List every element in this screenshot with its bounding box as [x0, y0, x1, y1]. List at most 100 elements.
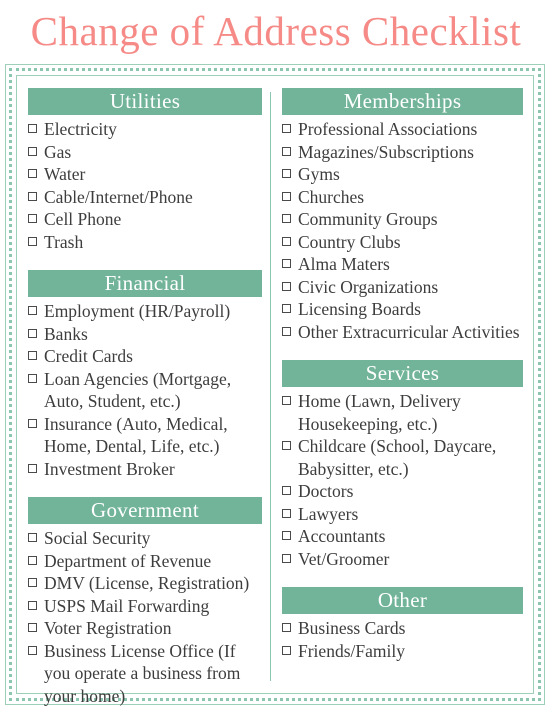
checkbox-icon[interactable] [28, 191, 37, 201]
checklist-columns: Utilities Electricity Gas Water Cable/Intern… [17, 76, 533, 706]
checkbox-icon[interactable] [28, 463, 37, 473]
checkbox-icon[interactable] [28, 373, 37, 383]
checkbox-icon[interactable] [282, 441, 291, 450]
list-item-label: DMV (License, Registration) [44, 573, 250, 593]
section-utilities: Utilities Electricity Gas Water Cable/Intern… [28, 88, 262, 253]
checkbox-icon[interactable] [282, 396, 291, 405]
checkbox-icon[interactable] [28, 328, 37, 338]
checkbox-icon[interactable] [282, 486, 291, 495]
list-item-label: Water [44, 164, 86, 184]
list-item[interactable]: Gas [28, 141, 262, 164]
list-item-label: Loan Agencies (Mortgage, Auto, Student, … [44, 368, 232, 412]
checklist-services: Home (Lawn, Delivery Housekeeping, etc.)… [282, 390, 523, 570]
checkbox-icon[interactable] [282, 281, 291, 291]
list-item[interactable]: Vet/Groomer [282, 548, 523, 571]
list-item[interactable]: Voter Registration [28, 617, 262, 640]
column-right: Memberships Professional Associations Maga… [271, 88, 533, 687]
list-item-label: Churches [298, 186, 365, 207]
list-item-label: Gyms [298, 164, 340, 184]
list-item[interactable]: Credit Cards [28, 345, 262, 368]
list-item-label: Vet/Groomer [298, 548, 390, 569]
list-item-label: Department of Revenue [44, 550, 212, 571]
list-item-label: Voter Registration [44, 618, 172, 638]
checkbox-icon[interactable] [282, 623, 291, 632]
checkbox-icon[interactable] [282, 236, 291, 246]
list-item[interactable]: Professional Associations [282, 118, 523, 141]
list-item[interactable]: Alma Maters [282, 253, 523, 276]
checkbox-icon[interactable] [28, 169, 37, 178]
checkbox-icon[interactable] [282, 146, 291, 156]
checkbox-icon[interactable] [28, 578, 37, 587]
list-item[interactable]: Community Groups [282, 208, 523, 231]
list-item-label: Gas [44, 141, 72, 162]
list-item[interactable]: Cell Phone [28, 208, 262, 231]
checkbox-icon[interactable] [282, 326, 291, 336]
checkbox-icon[interactable] [28, 418, 37, 428]
list-item[interactable]: Department of Revenue [28, 550, 262, 573]
list-item-label: Cell Phone [44, 209, 122, 229]
list-item-label: Accountants [298, 526, 386, 546]
list-item-label: Magazines/Subscriptions [298, 141, 474, 162]
checkbox-icon[interactable] [282, 191, 291, 201]
list-item-label: Licensing Boards [298, 299, 421, 319]
list-item-label: Business License Office (If you operate … [44, 640, 241, 706]
list-item[interactable]: Cable/Internet/Phone [28, 186, 262, 209]
list-item[interactable]: Insurance (Auto, Medical, Home, Dental, … [28, 413, 262, 458]
list-item[interactable]: Gyms [282, 163, 523, 186]
checkbox-icon[interactable] [282, 304, 291, 313]
checkbox-icon[interactable] [282, 553, 291, 563]
checkbox-icon[interactable] [282, 214, 291, 223]
section-heading-other: Other [282, 587, 523, 614]
checkbox-icon[interactable] [28, 306, 37, 315]
list-item[interactable]: Childcare (School, Daycare, Babysitter, … [282, 435, 523, 480]
list-item[interactable]: Other Extracurricular Activities [282, 321, 523, 344]
checkbox-icon[interactable] [28, 236, 37, 246]
checkbox-icon[interactable] [282, 508, 291, 518]
list-item-label: Lawyers [298, 503, 359, 524]
list-item[interactable]: USPS Mail Forwarding [28, 595, 262, 618]
list-item[interactable]: Magazines/Subscriptions [282, 141, 523, 164]
checkbox-icon[interactable] [282, 531, 291, 540]
section-services: Services Home (Lawn, Delivery Housekeepin… [282, 360, 523, 570]
checkbox-icon[interactable] [282, 645, 291, 655]
checkbox-icon[interactable] [282, 169, 291, 178]
list-item[interactable]: Loan Agencies (Mortgage, Auto, Student, … [28, 368, 262, 413]
list-item[interactable]: Doctors [282, 480, 523, 503]
section-other: Other Business Cards Friends/Family [282, 587, 523, 662]
checkbox-icon[interactable] [28, 645, 37, 655]
checkbox-icon[interactable] [28, 124, 37, 133]
list-item[interactable]: Accountants [282, 525, 523, 548]
list-item[interactable]: Investment Broker [28, 458, 262, 481]
list-item[interactable]: Electricity [28, 118, 262, 141]
list-item[interactable]: Civic Organizations [282, 276, 523, 299]
list-item[interactable]: Business Cards [282, 617, 523, 640]
list-item[interactable]: Lawyers [282, 503, 523, 526]
list-item[interactable]: Country Clubs [282, 231, 523, 254]
checkbox-icon[interactable] [28, 146, 37, 156]
checkbox-icon[interactable] [28, 623, 37, 632]
checkbox-icon[interactable] [282, 124, 291, 133]
list-item[interactable]: Employment (HR/Payroll) [28, 300, 262, 323]
list-item-label: Childcare (School, Daycare, Babysitter, … [298, 436, 497, 479]
checkbox-icon[interactable] [28, 351, 37, 360]
list-item[interactable]: Churches [282, 186, 523, 209]
checkbox-icon[interactable] [28, 214, 37, 223]
list-item-label: Cable/Internet/Phone [44, 186, 193, 207]
list-item[interactable]: Home (Lawn, Delivery Housekeeping, etc.) [282, 390, 523, 435]
list-item[interactable]: Licensing Boards [282, 298, 523, 321]
list-item[interactable]: Water [28, 163, 262, 186]
list-item[interactable]: Banks [28, 323, 262, 346]
checkbox-icon[interactable] [28, 555, 37, 565]
list-item[interactable]: Social Security [28, 527, 262, 550]
list-item[interactable]: DMV (License, Registration) [28, 572, 262, 595]
column-left: Utilities Electricity Gas Water Cable/Intern… [17, 88, 270, 706]
list-item-label: Doctors [298, 481, 354, 501]
checklist-memberships: Professional Associations Magazines/Subsc… [282, 118, 523, 343]
list-item-label: Credit Cards [44, 346, 133, 366]
checkbox-icon[interactable] [282, 259, 291, 268]
list-item[interactable]: Business License Office (If you operate … [28, 640, 262, 708]
list-item[interactable]: Trash [28, 231, 262, 254]
checkbox-icon[interactable] [28, 533, 37, 542]
list-item[interactable]: Friends/Family [282, 640, 523, 663]
checkbox-icon[interactable] [28, 600, 37, 610]
